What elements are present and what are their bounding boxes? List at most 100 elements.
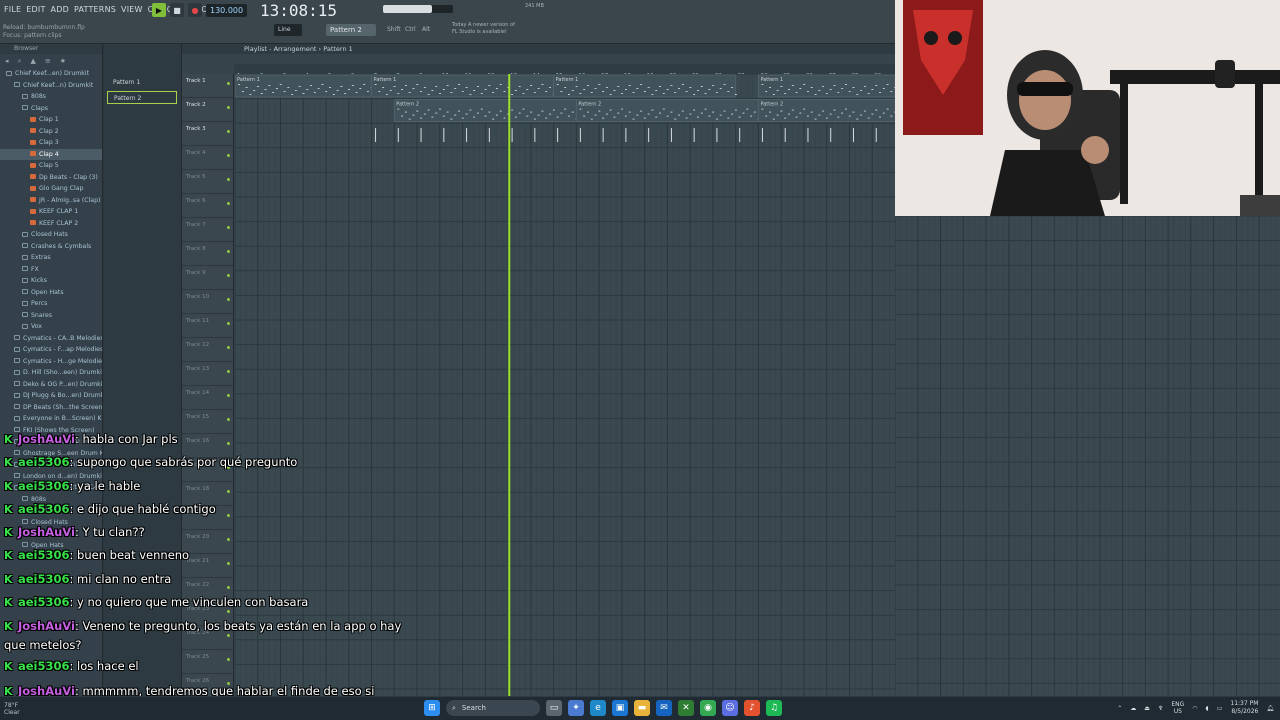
language-indicator[interactable]: ENG US bbox=[1171, 701, 1184, 715]
copilot-icon[interactable]: ✦ bbox=[568, 700, 584, 716]
browser-folder-item[interactable]: Snares bbox=[0, 310, 102, 322]
weather-widget[interactable]: 78°F Clear bbox=[4, 702, 20, 716]
browser-sample-item[interactable]: Clap 5 bbox=[0, 160, 102, 172]
track-header[interactable]: Track 1 bbox=[182, 74, 233, 98]
track-header[interactable]: Track 14 bbox=[182, 386, 233, 410]
browser-folder-item[interactable]: Chief Keef...en) Drumkit bbox=[0, 68, 102, 80]
pattern-item-1[interactable]: Pattern 1 bbox=[107, 76, 177, 89]
wifi-icon[interactable]: ◠ bbox=[1192, 705, 1197, 712]
track-enable-led[interactable] bbox=[227, 370, 230, 373]
pattern-clip[interactable]: Pattern 2 bbox=[575, 99, 760, 123]
start-icon[interactable]: ⊞ bbox=[424, 700, 440, 716]
track-header[interactable]: Track 5 bbox=[182, 170, 233, 194]
browser-sample-item[interactable]: KEEF CLAP 2 bbox=[0, 218, 102, 230]
track-header[interactable]: Track 11 bbox=[182, 314, 233, 338]
chrome-icon[interactable]: ◉ bbox=[700, 700, 716, 716]
alt-toggle[interactable]: Alt bbox=[422, 26, 430, 33]
menu-patterns[interactable]: PATTERNS bbox=[74, 5, 116, 14]
browser-folder-item[interactable]: Kicks bbox=[0, 275, 102, 287]
menu-view[interactable]: VIEW bbox=[121, 5, 143, 14]
master-volume-meter[interactable] bbox=[383, 5, 453, 13]
track-header[interactable]: Track 2 bbox=[182, 98, 233, 122]
track-enable-led[interactable] bbox=[227, 394, 230, 397]
ctrl-toggle[interactable]: Ctrl bbox=[405, 26, 416, 33]
pattern-item-2[interactable]: Pattern 2 bbox=[107, 91, 177, 104]
track-header[interactable]: Track 8 bbox=[182, 242, 233, 266]
track-header[interactable]: Track 3 bbox=[182, 122, 233, 146]
track-enable-led[interactable] bbox=[227, 130, 230, 133]
browser-sample-item[interactable]: Dp Beats - Clap (3) bbox=[0, 172, 102, 184]
pattern-clip[interactable]: Pattern 1 bbox=[235, 74, 373, 98]
cloud-icon[interactable]: ☁ bbox=[1130, 705, 1136, 712]
track-header[interactable]: Track 10 bbox=[182, 290, 233, 314]
pattern-clip[interactable]: Pattern 2 bbox=[757, 99, 895, 123]
taskbar-clock[interactable]: 11:37 PM 8/5/2026 bbox=[1230, 700, 1258, 716]
track-header[interactable]: Track 9 bbox=[182, 266, 233, 290]
track-header[interactable]: Track 13 bbox=[182, 362, 233, 386]
volume-icon[interactable]: ◖ bbox=[1206, 705, 1209, 712]
battery-icon[interactable]: ▭ bbox=[1217, 705, 1223, 712]
browser-folder-item[interactable]: DP Beats (Sh...the Screen) bbox=[0, 402, 102, 414]
pattern-clip[interactable]: Pattern 2 bbox=[393, 99, 578, 123]
browser-folder-item[interactable]: Crashes & Cymbals bbox=[0, 241, 102, 253]
pattern-clip[interactable]: Pattern 1 bbox=[757, 74, 895, 98]
taskbar-search[interactable]: ⌕ Search bbox=[446, 700, 540, 716]
browser-folder-item[interactable]: Claps bbox=[0, 103, 102, 115]
back-icon[interactable]: ◂ bbox=[5, 57, 9, 65]
notification-bell-icon[interactable]: 🔔︎ bbox=[1266, 705, 1274, 712]
news-panel[interactable]: Today A newer version of FL Studio is av… bbox=[452, 22, 515, 36]
track-enable-led[interactable] bbox=[227, 274, 230, 277]
menu-add[interactable]: ADD bbox=[51, 5, 69, 14]
record-button[interactable]: ● bbox=[188, 3, 202, 17]
browser-folder-item[interactable]: Vox bbox=[0, 321, 102, 333]
snap-selector[interactable]: Line bbox=[274, 24, 302, 36]
star-icon[interactable]: ★ bbox=[60, 57, 66, 65]
browser-folder-item[interactable]: Deko & OG P...en) Drumkit bbox=[0, 379, 102, 391]
edge-icon[interactable]: e bbox=[590, 700, 606, 716]
pattern-clip[interactable]: Pattern 1 bbox=[553, 74, 737, 98]
browser-sample-item[interactable]: Clap 2 bbox=[0, 126, 102, 138]
track-enable-led[interactable] bbox=[227, 106, 230, 109]
track-enable-led[interactable] bbox=[227, 226, 230, 229]
track-enable-led[interactable] bbox=[227, 346, 230, 349]
browser-sample-item[interactable]: Glo Gang Clap bbox=[0, 183, 102, 195]
track-enable-led[interactable] bbox=[227, 250, 230, 253]
outlook-icon[interactable]: ✉ bbox=[656, 700, 672, 716]
shift-toggle[interactable]: Shift bbox=[387, 26, 401, 33]
xbox-icon[interactable]: ✕ bbox=[678, 700, 694, 716]
browser-folder-item[interactable]: Everyone in B...Screen) Kit bbox=[0, 413, 102, 425]
track-enable-led[interactable] bbox=[227, 82, 230, 85]
browser-folder-item[interactable]: 808s bbox=[0, 91, 102, 103]
track-header[interactable]: Track 12 bbox=[182, 338, 233, 362]
browser-folder-item[interactable]: Percs bbox=[0, 298, 102, 310]
track-enable-led[interactable] bbox=[227, 322, 230, 325]
browser-folder-item[interactable]: FX bbox=[0, 264, 102, 276]
chevron-up-icon[interactable]: ⌃ bbox=[1117, 705, 1122, 712]
browser-folder-item[interactable]: Cymatics - CA..B Melodies) bbox=[0, 333, 102, 345]
browser-folder-item[interactable]: Closed Hats bbox=[0, 229, 102, 241]
pattern-selector[interactable]: Pattern 2 bbox=[326, 24, 376, 36]
menu-file[interactable]: FILE bbox=[4, 5, 21, 14]
mic-icon[interactable]: ♆ bbox=[1158, 705, 1163, 712]
spotify-icon[interactable]: ♫ bbox=[766, 700, 782, 716]
browser-folder-item[interactable]: Cymatics - F...ap Melodies) bbox=[0, 344, 102, 356]
play-button[interactable]: ▶ bbox=[152, 3, 166, 17]
usb-icon[interactable]: ⏏ bbox=[1144, 705, 1150, 712]
file-explorer-icon[interactable]: ▬ bbox=[634, 700, 650, 716]
collapse-icon[interactable]: ▲ bbox=[30, 57, 35, 65]
track-header[interactable]: Track 6 bbox=[182, 194, 233, 218]
fl-studio-icon[interactable]: ♪ bbox=[744, 700, 760, 716]
discord-icon[interactable]: ☺ bbox=[722, 700, 738, 716]
menu-edit[interactable]: EDIT bbox=[26, 5, 45, 14]
track-header[interactable]: Track 4 bbox=[182, 146, 233, 170]
track-enable-led[interactable] bbox=[227, 298, 230, 301]
browser-folder-item[interactable]: Cymatics - H...ge Melodies) bbox=[0, 356, 102, 368]
browser-sample-item[interactable]: Clap 3 bbox=[0, 137, 102, 149]
browser-sample-item[interactable]: Clap 4 bbox=[0, 148, 102, 160]
track-enable-led[interactable] bbox=[227, 154, 230, 157]
tempo-display[interactable]: 130.000 bbox=[206, 3, 248, 17]
browser-folder-item[interactable]: Extras bbox=[0, 252, 102, 264]
timeline-ruler[interactable]: 1234567891011121314151617181920212223242… bbox=[234, 64, 895, 79]
browser-folder-item[interactable]: Open Hats bbox=[0, 287, 102, 299]
browser-sample-item[interactable]: KEEF CLAP 1 bbox=[0, 206, 102, 218]
